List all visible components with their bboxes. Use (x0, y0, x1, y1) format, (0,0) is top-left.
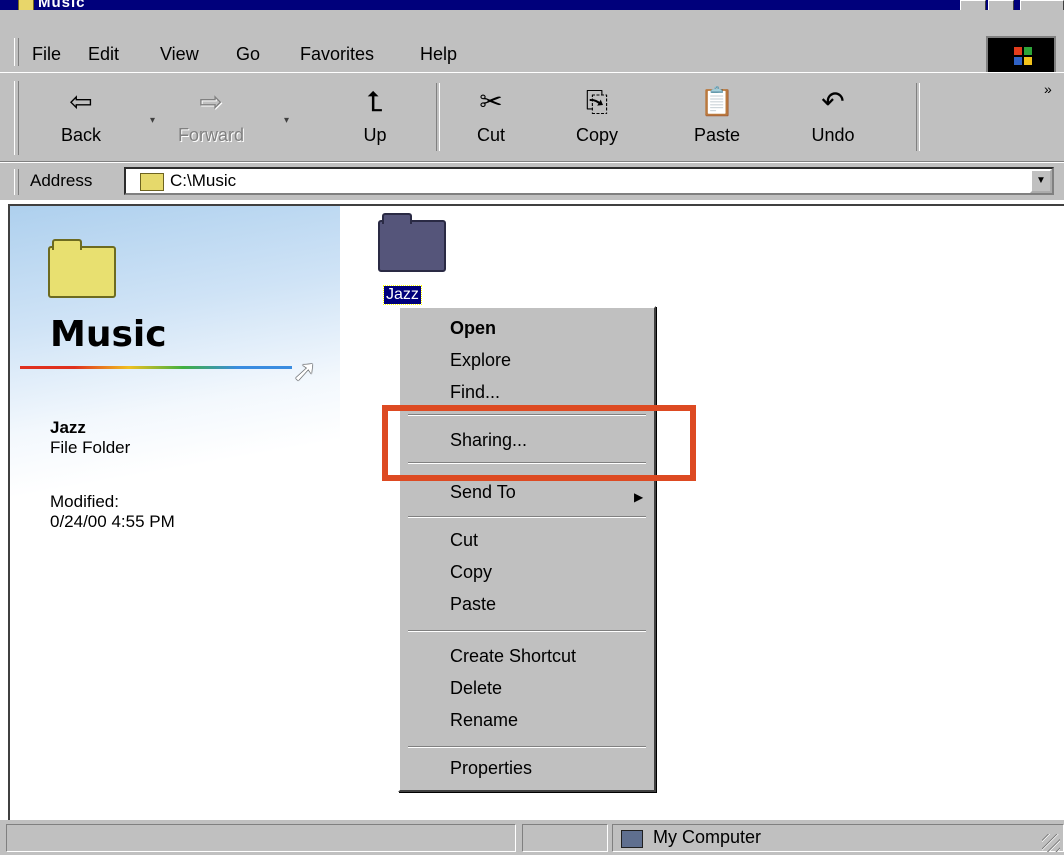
jazz-folder-label[interactable]: Jazz (383, 285, 422, 305)
menu-separator (408, 516, 646, 518)
menu-favorites[interactable]: Favorites (300, 44, 374, 65)
window-title: Music (38, 0, 86, 10)
address-dropdown-button[interactable]: ▼ (1030, 169, 1052, 193)
jazz-folder-icon[interactable] (378, 213, 446, 272)
sharing-highlight-box (382, 405, 696, 481)
paste-button[interactable]: 📋 Paste (672, 79, 762, 159)
addressbar-grip[interactable] (14, 169, 19, 195)
forward-button[interactable]: ⇨ Forward (166, 79, 256, 159)
address-value: C:\Music (170, 171, 237, 190)
folder-icon (140, 173, 164, 191)
back-button[interactable]: ⇦ Back (36, 79, 126, 159)
panel-title: Music (50, 314, 167, 355)
toolbar-more-chevron[interactable]: » (1044, 81, 1052, 97)
selected-type: File Folder (50, 438, 131, 457)
address-label: Address (30, 171, 93, 190)
back-dropdown-arrow[interactable]: ▾ (150, 115, 155, 126)
menu-edit[interactable]: Edit (88, 44, 119, 65)
address-bar: Address C:\Music ▼ (0, 162, 1064, 200)
rainbow-divider (20, 366, 292, 369)
folder-icon (18, 0, 34, 10)
folder-icon (48, 239, 116, 298)
menu-find[interactable]: Find... (450, 382, 500, 403)
windows-logo-icon (986, 36, 1056, 76)
menu-cut[interactable]: Cut (450, 530, 478, 551)
status-bar: My Computer (0, 820, 1064, 855)
close-button[interactable] (1020, 0, 1064, 10)
status-pane-zone: My Computer (612, 824, 1064, 852)
status-pane-main (6, 824, 516, 852)
standard-toolbar: ⇦ Back ▾ ⇨ Forward ▾ ⮤ Up ✂ Cut ⎘ Copy 📋… (0, 72, 1064, 162)
menu-delete[interactable]: Delete (450, 678, 502, 699)
menu-explore[interactable]: Explore (450, 350, 511, 371)
context-menu: Open Explore Find... Sharing... Send To … (398, 306, 656, 792)
menu-view[interactable]: View (160, 44, 199, 65)
status-zone-text: My Computer (653, 827, 762, 847)
selected-info: Jazz File Folder (50, 418, 130, 458)
undo-button[interactable]: ↶ Undo (788, 79, 878, 159)
cut-button[interactable]: ✂ Cut (446, 79, 536, 159)
toolbar-grip[interactable] (14, 81, 19, 155)
web-view-panel: Music ➚ Jazz File Folder Modified: 0/24/… (10, 206, 340, 566)
undo-icon: ↶ (821, 86, 845, 117)
maximize-button[interactable] (988, 0, 1014, 10)
menu-file[interactable]: File (32, 44, 61, 65)
copy-button[interactable]: ⎘ Copy (552, 79, 642, 159)
menu-open[interactable]: Open (450, 318, 496, 339)
menubar-grip[interactable] (14, 38, 19, 66)
forward-arrow-icon: ⇨ (199, 86, 223, 117)
toolbar-separator (436, 83, 440, 151)
up-button[interactable]: ⮤ Up (330, 79, 420, 159)
menu-properties[interactable]: Properties (450, 758, 532, 779)
modified-label: Modified: (50, 492, 119, 511)
address-input[interactable]: C:\Music ▼ (124, 167, 1054, 195)
copy-icon: ⎘ (585, 86, 609, 117)
toolbar-separator (916, 83, 920, 151)
minimize-button[interactable] (960, 0, 986, 10)
my-computer-icon (621, 830, 643, 848)
menu-send-to[interactable]: Send To (450, 482, 516, 503)
menu-create-shortcut[interactable]: Create Shortcut (450, 646, 576, 667)
up-folder-icon: ⮤ (366, 86, 384, 117)
modified-value: 0/24/00 4:55 PM (50, 512, 175, 531)
scissors-icon: ✂ (479, 86, 503, 117)
menu-separator (408, 630, 646, 632)
title-bar: Music (0, 0, 1064, 10)
selected-name: Jazz (50, 418, 86, 437)
status-pane-size (522, 824, 608, 852)
modified-info: Modified: 0/24/00 4:55 PM (50, 492, 175, 532)
forward-dropdown-arrow[interactable]: ▾ (284, 115, 289, 126)
resize-grip[interactable] (1042, 834, 1060, 852)
menu-help[interactable]: Help (420, 44, 457, 65)
menu-bar: File Edit View Go Favorites Help (0, 10, 1064, 76)
mouse-pointer-icon: ➚ (292, 355, 318, 388)
menu-separator (408, 746, 646, 748)
back-arrow-icon: ⇦ (69, 86, 93, 117)
menu-copy[interactable]: Copy (450, 562, 492, 583)
menu-paste[interactable]: Paste (450, 594, 496, 615)
menu-rename[interactable]: Rename (450, 710, 518, 731)
submenu-arrow-icon: ▶ (634, 490, 644, 504)
paste-icon: 📋 (699, 86, 735, 117)
menu-go[interactable]: Go (236, 44, 260, 65)
